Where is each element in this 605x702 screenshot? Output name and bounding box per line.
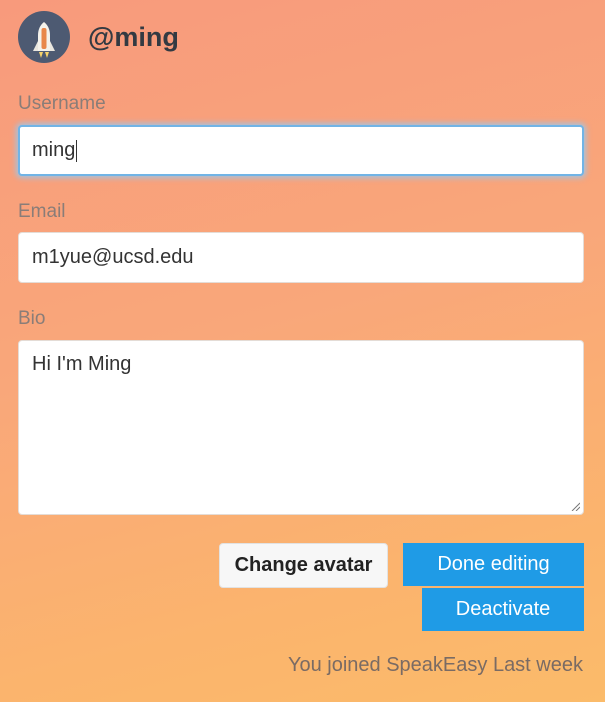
username-label: Username bbox=[18, 93, 106, 114]
bio-textarea[interactable]: Hi I'm Ming bbox=[18, 340, 584, 515]
email-label: Email bbox=[18, 201, 66, 222]
email-value: m1yue@ucsd.edu bbox=[32, 246, 194, 268]
username-input[interactable]: ming bbox=[18, 125, 584, 176]
username-value: ming bbox=[32, 139, 76, 161]
bio-value: Hi I'm Ming bbox=[32, 353, 132, 375]
joined-status-text: You joined SpeakEasy Last week bbox=[287, 654, 583, 676]
done-editing-button[interactable]: Done editing bbox=[403, 543, 584, 586]
bio-label: Bio bbox=[18, 308, 46, 329]
profile-header: @ming bbox=[18, 10, 179, 64]
space-shuttle-icon bbox=[33, 22, 55, 58]
resize-handle-icon[interactable] bbox=[571, 502, 580, 511]
text-caret bbox=[76, 139, 78, 162]
deactivate-button[interactable]: Deactivate bbox=[422, 588, 584, 631]
profile-handle: @ming bbox=[88, 21, 179, 52]
change-avatar-button[interactable]: Change avatar bbox=[219, 543, 388, 588]
email-input[interactable]: m1yue@ucsd.edu bbox=[18, 232, 584, 283]
avatar[interactable] bbox=[18, 11, 70, 63]
